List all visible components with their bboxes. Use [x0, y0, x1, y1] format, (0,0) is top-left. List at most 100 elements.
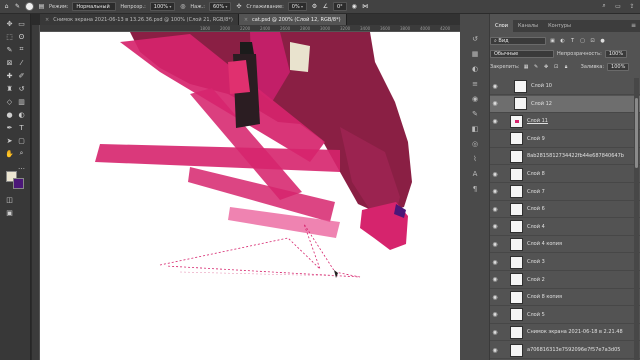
brush-preset-icon[interactable]: [25, 2, 34, 11]
layer-thumbnail[interactable]: [510, 185, 523, 199]
layer-row[interactable]: ◉ Слой 6: [490, 201, 640, 219]
lock-all-icon[interactable]: 🔒︎: [563, 64, 570, 71]
history-panel-icon[interactable]: ↺: [470, 34, 480, 44]
layer-thumbnail[interactable]: [510, 149, 523, 163]
tab-paths[interactable]: Контуры: [543, 20, 576, 32]
adjustments-panel-icon[interactable]: ◐: [470, 64, 480, 74]
quick-select-tool-icon[interactable]: ✎: [4, 44, 15, 55]
lasso-tool-icon[interactable]: ʘ: [16, 31, 27, 42]
eraser-tool-icon[interactable]: ◇: [4, 96, 15, 107]
visibility-eye-icon[interactable]: ◉: [490, 347, 500, 354]
filter-shape-icon[interactable]: ▢: [579, 38, 586, 45]
filter-pixel-icon[interactable]: ▣: [549, 38, 556, 45]
layer-row[interactable]: ◉ Слой 5: [490, 306, 640, 324]
visibility-eye-icon[interactable]: ◉: [490, 276, 500, 283]
layer-thumbnail[interactable]: [510, 343, 523, 357]
layer-name[interactable]: Слой 12: [531, 101, 552, 107]
history-brush-tool-icon[interactable]: ↺: [16, 83, 27, 94]
share-icon[interactable]: ⇪: [628, 2, 636, 10]
layers-panel-icon[interactable]: ◧: [470, 124, 480, 134]
pen-tool-icon[interactable]: ✒: [4, 122, 15, 133]
layer-row[interactable]: ◉ Слой 12: [490, 95, 640, 113]
filter-toggle-icon[interactable]: ●: [599, 38, 606, 45]
angle-icon[interactable]: ∠: [322, 3, 329, 10]
background-color-swatch[interactable]: [13, 178, 24, 189]
layer-row[interactable]: ◉ Слой 8 копия: [490, 289, 640, 307]
layer-filter-select[interactable]: ⌕ Вид: [490, 37, 546, 45]
eyedropper-tool-icon[interactable]: ⁄: [16, 57, 27, 68]
blur-tool-icon[interactable]: ●: [4, 109, 15, 120]
marquee-tool-icon[interactable]: ⬚: [4, 31, 15, 42]
layer-row[interactable]: ◉ Слой 4: [490, 218, 640, 236]
layer-list[interactable]: ◉ Слой 10 ◉ Слой 12 ◉ Слой 11 Слой 9 8ab2815812…: [490, 78, 640, 360]
zoom-tool-icon[interactable]: ⌕: [16, 148, 27, 159]
visibility-eye-icon[interactable]: ◉: [490, 83, 500, 90]
channels-panel-icon[interactable]: ◎: [470, 139, 480, 149]
smoothing-field[interactable]: 0%: [287, 2, 307, 11]
layer-name[interactable]: a706816313e7592096e7f57e7a3d05: [527, 347, 620, 353]
selection-marquee-lower[interactable]: [179, 271, 341, 277]
visibility-eye-icon[interactable]: ◉: [490, 241, 500, 248]
pressure-field[interactable]: 60%: [208, 2, 232, 11]
settings-gear-icon[interactable]: ⚙: [311, 3, 318, 10]
shape-tool-icon[interactable]: ▢: [16, 135, 27, 146]
angle-field[interactable]: 0°: [333, 2, 347, 11]
layer-name[interactable]: 8ab2815812734422fb44e687840647b: [527, 153, 624, 159]
filter-type-icon[interactable]: T: [569, 38, 576, 45]
layer-row[interactable]: 8ab2815812734422fb44e687840647b: [490, 148, 640, 166]
lock-paint-icon[interactable]: ✎: [533, 64, 540, 71]
layer-row[interactable]: ◉ Слой 11: [490, 113, 640, 131]
layer-name[interactable]: Слой 8 копия: [527, 294, 562, 300]
layer-row[interactable]: ◉ Слой 10: [490, 78, 640, 95]
lock-pixels-icon[interactable]: ▦: [523, 64, 530, 71]
type-tool-icon[interactable]: T: [16, 122, 27, 133]
visibility-eye-icon[interactable]: ◉: [490, 311, 500, 318]
workspace-icon[interactable]: ▭: [614, 2, 622, 10]
brush-tool-icon[interactable]: ✐: [16, 70, 27, 81]
layer-name[interactable]: Слой 5: [527, 312, 545, 318]
layer-row[interactable]: ◉ Слой 3: [490, 254, 640, 271]
tab-cat[interactable]: × cat.psd @ 200% (Слой 12, RGB/8*): [238, 14, 347, 25]
visibility-eye-icon[interactable]: ◉: [490, 188, 500, 195]
layer-name[interactable]: Слой 4 копия: [527, 241, 562, 247]
layer-name[interactable]: Слой 3: [527, 259, 545, 265]
filter-adjustment-icon[interactable]: ◐: [559, 38, 566, 45]
paths-panel-icon[interactable]: ⌇: [470, 154, 480, 164]
visibility-eye-icon[interactable]: ◉: [490, 223, 500, 230]
document-canvas[interactable]: [40, 32, 460, 360]
home-icon[interactable]: ⌂: [3, 3, 10, 10]
blend-mode-select[interactable]: Обычные: [490, 50, 554, 58]
brush-panel-icon[interactable]: ✎: [470, 109, 480, 119]
opacity-field[interactable]: 100%: [149, 2, 176, 11]
layer-row[interactable]: ◉ Слой 4 копия: [490, 236, 640, 254]
tab-screenshot[interactable]: × Снимок экрана 2021-06-13 в 13.26.36.ps…: [40, 14, 239, 25]
layer-thumbnail[interactable]: [510, 237, 523, 251]
healing-tool-icon[interactable]: ✚: [4, 70, 15, 81]
color-panel-icon[interactable]: ◉: [470, 94, 480, 104]
layer-row[interactable]: ◉ Слой 8: [490, 166, 640, 183]
scroll-thumb[interactable]: [635, 98, 638, 168]
layers-scrollbar[interactable]: [634, 78, 639, 360]
layer-name[interactable]: Слой 6: [527, 206, 545, 212]
tab-channels[interactable]: Каналы: [513, 20, 543, 32]
layer-row[interactable]: ◉ a706816313e7592096e7f57e7a3d05: [490, 342, 640, 359]
layer-name[interactable]: Слой 8: [527, 171, 545, 177]
quick-mask-icon[interactable]: ◫: [4, 194, 15, 205]
opacity-field[interactable]: 100%: [604, 50, 628, 58]
layer-thumbnail[interactable]: [510, 220, 523, 234]
brush-settings-icon[interactable]: ▤: [38, 3, 45, 10]
properties-panel-icon[interactable]: ≡: [470, 79, 480, 89]
search-icon[interactable]: ⌕: [600, 2, 608, 10]
brush-icon[interactable]: ✎: [14, 3, 21, 10]
visibility-eye-icon[interactable]: ◉: [490, 206, 500, 213]
layer-thumbnail[interactable]: [510, 202, 523, 216]
layer-row[interactable]: ◉ Слой 2: [490, 271, 640, 289]
pressure-size-icon[interactable]: ◉: [351, 3, 358, 10]
visibility-eye-icon[interactable]: ◉: [490, 100, 500, 107]
layer-thumbnail[interactable]: [510, 255, 523, 269]
paragraph-panel-icon[interactable]: ¶: [470, 184, 480, 194]
layer-thumbnail[interactable]: [510, 114, 523, 128]
layer-row[interactable]: Слой 9: [490, 130, 640, 148]
hand-tool-icon[interactable]: ✋: [4, 148, 15, 159]
layer-name[interactable]: Слой 2: [527, 277, 545, 283]
